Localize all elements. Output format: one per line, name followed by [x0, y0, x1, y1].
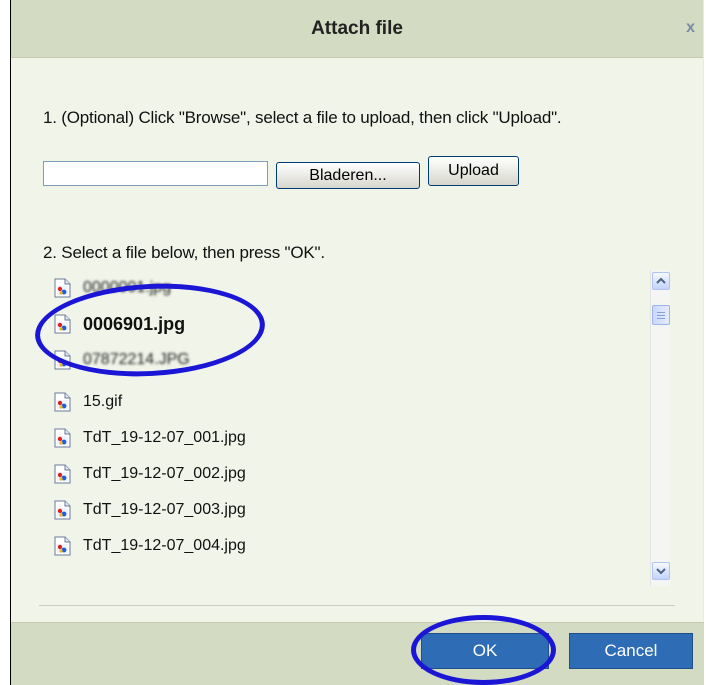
grip-line — [657, 318, 665, 319]
image-file-icon — [54, 428, 71, 448]
file-name: 15.gif — [83, 393, 123, 410]
scroll-thumb[interactable] — [652, 305, 670, 325]
list-item[interactable]: TdT_19-12-07_003.jpg — [43, 496, 246, 524]
file-name: 0000001.jpg — [83, 279, 172, 296]
list-item[interactable]: TdT_19-12-07_004.jpg — [43, 532, 246, 560]
image-file-icon — [54, 392, 71, 412]
list-item-selected[interactable]: 0006901.jpg — [43, 310, 185, 338]
step2-instructions: 2. Select a file below, then press "OK". — [43, 243, 325, 262]
image-file-icon — [54, 314, 71, 334]
list-item[interactable]: 15.gif — [43, 388, 122, 416]
chevron-down-icon — [656, 568, 666, 575]
dialog-title: Attach file — [311, 18, 403, 39]
page: Attach file x 1. (Optional) Click "Brows… — [0, 0, 706, 685]
dialog-footer: OK Cancel — [11, 622, 704, 685]
list-item[interactable]: TdT_19-12-07_002.jpg — [43, 460, 246, 488]
image-file-icon — [54, 500, 71, 520]
upload-button[interactable]: Upload — [428, 156, 519, 186]
step1-instructions: 1. (Optional) Click "Browse", select a f… — [43, 108, 562, 127]
browse-button[interactable]: Bladeren... — [276, 162, 420, 189]
close-icon[interactable]: x — [686, 19, 695, 37]
file-name: 0006901.jpg — [83, 313, 186, 334]
file-list-scrollbar[interactable] — [650, 270, 670, 586]
dialog-titlebar: Attach file x — [11, 0, 703, 58]
file-name: TdT_19-12-07_004.jpg — [83, 537, 246, 554]
scroll-down-button[interactable] — [652, 562, 670, 580]
file-path-input[interactable] — [43, 161, 268, 186]
chevron-up-icon — [656, 277, 666, 284]
list-item[interactable]: TdT_19-12-07_001.jpg — [43, 424, 246, 452]
grip-line — [657, 312, 665, 313]
file-name: TdT_19-12-07_002.jpg — [83, 465, 246, 482]
file-name: 07872214.JPG — [83, 351, 190, 368]
file-name: TdT_19-12-07_001.jpg — [83, 429, 246, 446]
file-list: 0000001.jpg 0006901.jpg 07872214.JPG 15.… — [43, 274, 659, 586]
ok-button[interactable]: OK — [421, 633, 549, 669]
image-file-icon — [54, 350, 71, 370]
cancel-button[interactable]: Cancel — [569, 633, 693, 669]
attach-file-dialog: Attach file x 1. (Optional) Click "Brows… — [10, 0, 704, 685]
scroll-up-button[interactable] — [652, 272, 670, 290]
image-file-icon — [54, 278, 71, 298]
divider — [39, 605, 675, 606]
grip-line — [657, 315, 665, 316]
list-item[interactable]: 0000001.jpg — [43, 274, 171, 302]
list-item[interactable]: 07872214.JPG — [43, 346, 190, 374]
image-file-icon — [54, 536, 71, 556]
file-name: TdT_19-12-07_003.jpg — [83, 501, 246, 518]
image-file-icon — [54, 464, 71, 484]
